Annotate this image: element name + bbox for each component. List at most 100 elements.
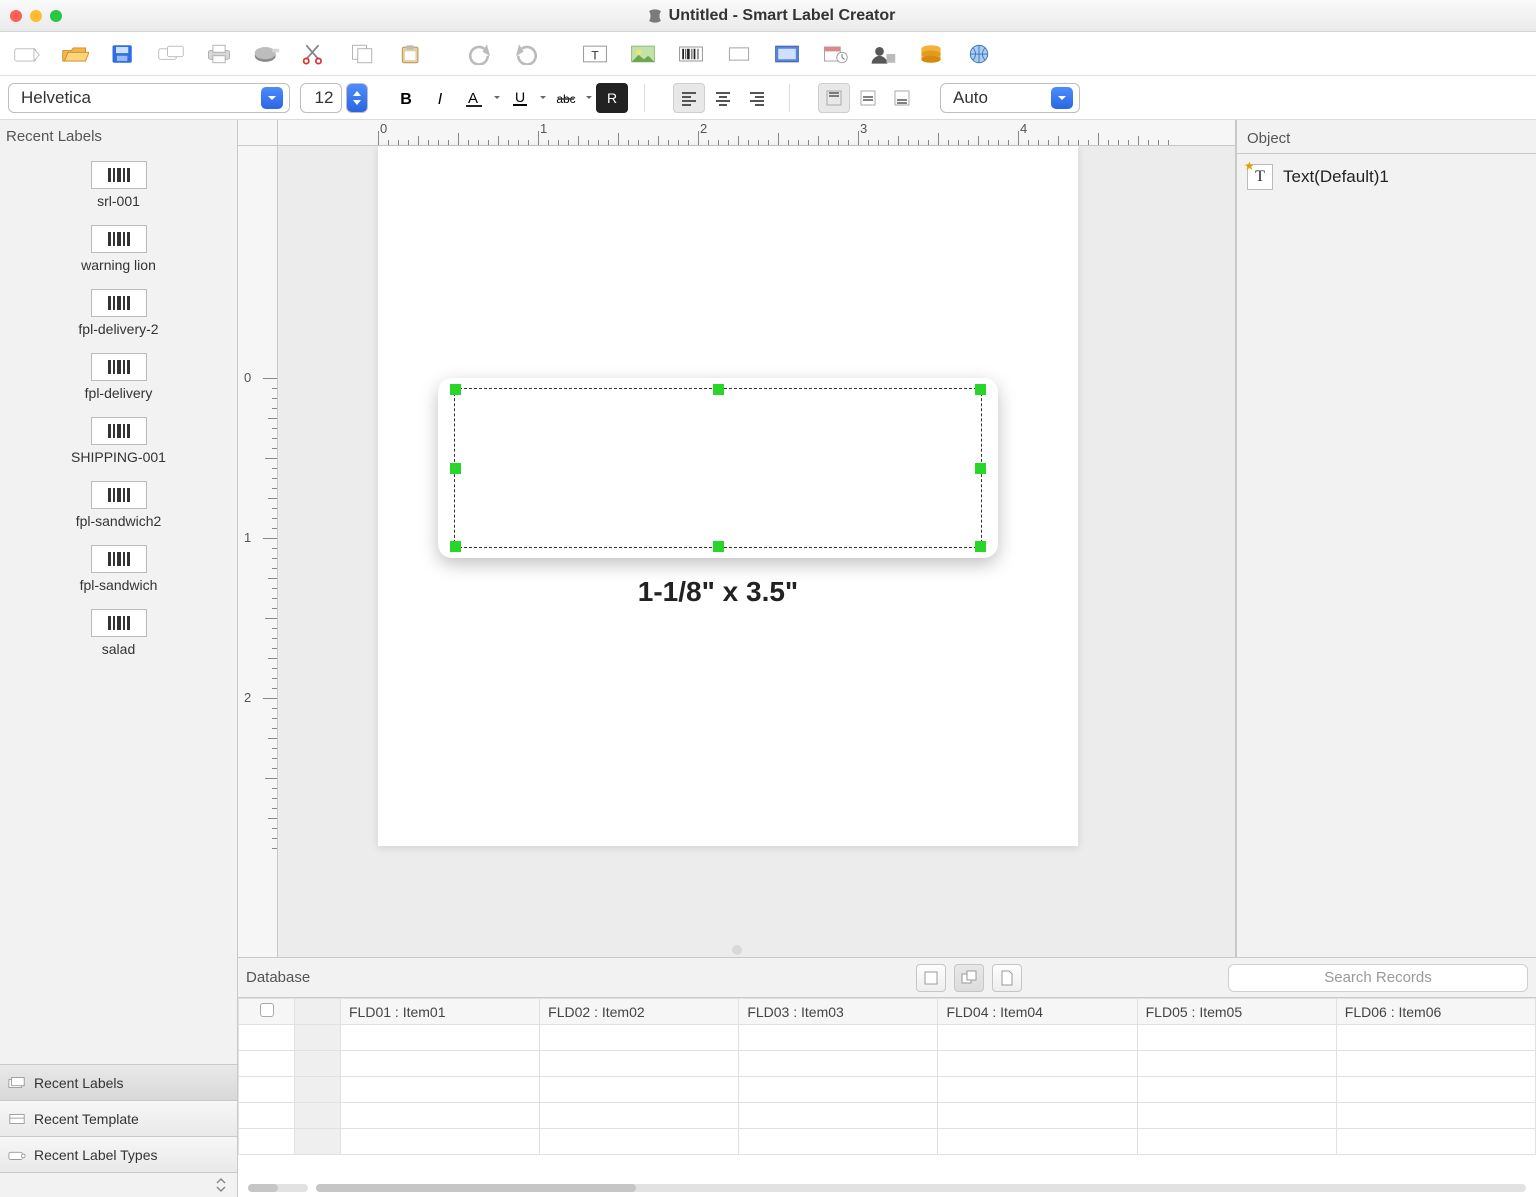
save-as-button[interactable] [152, 39, 190, 69]
redo-button[interactable] [508, 39, 546, 69]
db-cell[interactable] [540, 1025, 739, 1051]
db-cell[interactable] [938, 1025, 1137, 1051]
table-row[interactable] [239, 1051, 1536, 1077]
font-size-field[interactable]: 12 [300, 83, 342, 113]
valign-bottom-button[interactable] [886, 83, 918, 113]
db-search-field[interactable]: Search Records [1228, 964, 1528, 992]
db-cell[interactable] [739, 1051, 938, 1077]
cut-button[interactable] [296, 39, 334, 69]
zoom-window-button[interactable] [50, 10, 62, 22]
db-cell[interactable] [1137, 1051, 1336, 1077]
db-row-checkbox[interactable] [239, 1051, 295, 1077]
db-view-single-button[interactable] [916, 964, 946, 992]
valign-middle-button[interactable] [852, 83, 884, 113]
db-cell[interactable] [1137, 1025, 1336, 1051]
db-row-checkbox[interactable] [239, 1077, 295, 1103]
canvas-area[interactable]: 01234 012 1-1/8" x 3.5" [238, 120, 1236, 957]
resize-handle-s[interactable] [713, 541, 724, 552]
database-button[interactable] [912, 39, 950, 69]
resize-handle-nw[interactable] [450, 384, 461, 395]
autosize-combo[interactable]: Auto [940, 83, 1080, 113]
db-cell[interactable] [1336, 1025, 1535, 1051]
text-color-button[interactable]: A [458, 83, 490, 113]
db-cell[interactable] [739, 1103, 938, 1129]
database-grid[interactable]: FLD01 : Item01FLD02 : Item02FLD03 : Item… [238, 998, 1536, 1183]
sidebar-tab-recent-template[interactable]: Recent Template [0, 1101, 237, 1137]
recent-label-item[interactable]: fpl-sandwich [0, 537, 237, 601]
underline-button[interactable]: U [504, 83, 536, 113]
resize-handle-ne[interactable] [975, 384, 986, 395]
db-cell[interactable] [739, 1129, 938, 1155]
db-view-multi-button[interactable] [954, 964, 984, 992]
print-button[interactable] [200, 39, 238, 69]
bold-button[interactable]: B [390, 83, 422, 113]
resize-handle-n[interactable] [713, 384, 724, 395]
splitter-handle[interactable] [732, 945, 742, 955]
strike-menu[interactable] [584, 83, 594, 113]
resize-handle-se[interactable] [975, 541, 986, 552]
recent-label-item[interactable]: fpl-delivery-2 [0, 281, 237, 345]
paste-button[interactable] [392, 39, 430, 69]
db-cell[interactable] [1336, 1051, 1535, 1077]
printer-button[interactable] [248, 39, 286, 69]
db-cell[interactable] [1336, 1077, 1535, 1103]
db-row-checkbox[interactable] [239, 1103, 295, 1129]
db-cell[interactable] [341, 1129, 540, 1155]
db-cell[interactable] [739, 1077, 938, 1103]
align-left-button[interactable] [673, 83, 705, 113]
insert-shape-button[interactable] [720, 39, 758, 69]
db-cell[interactable] [1336, 1129, 1535, 1155]
db-row-checkbox[interactable] [239, 1129, 295, 1155]
object-item-text-default-1[interactable]: ★ T Text(Default)1 [1237, 154, 1536, 200]
db-cell[interactable] [540, 1129, 739, 1155]
db-cell[interactable] [341, 1025, 540, 1051]
insert-screen-button[interactable] [768, 39, 806, 69]
db-cell[interactable] [1137, 1077, 1336, 1103]
copy-button[interactable] [344, 39, 382, 69]
insert-datetime-button[interactable] [816, 39, 854, 69]
db-cell[interactable] [938, 1103, 1137, 1129]
db-cell[interactable] [341, 1051, 540, 1077]
sidebar-tab-recent-labels[interactable]: Recent Labels [0, 1065, 237, 1101]
db-scrollbars[interactable] [238, 1183, 1536, 1197]
db-cell[interactable] [341, 1077, 540, 1103]
recent-label-item[interactable]: fpl-delivery [0, 345, 237, 409]
db-cell[interactable] [938, 1077, 1137, 1103]
recent-label-item[interactable]: SHIPPING-001 [0, 409, 237, 473]
db-col-header[interactable]: FLD01 : Item01 [341, 999, 540, 1025]
canvas-viewport[interactable]: 1-1/8" x 3.5" [278, 146, 1235, 957]
db-cell[interactable] [540, 1103, 739, 1129]
new-label-button[interactable] [8, 39, 46, 69]
inverse-text-button[interactable]: R [596, 83, 628, 113]
db-cell[interactable] [1137, 1129, 1336, 1155]
table-row[interactable] [239, 1077, 1536, 1103]
db-cell[interactable] [540, 1051, 739, 1077]
db-cell[interactable] [739, 1025, 938, 1051]
close-window-button[interactable] [10, 10, 22, 22]
table-row[interactable] [239, 1025, 1536, 1051]
db-col-header[interactable]: FLD05 : Item05 [1137, 999, 1336, 1025]
recent-label-item[interactable]: warning lion [0, 217, 237, 281]
db-cell[interactable] [938, 1051, 1137, 1077]
insert-barcode-button[interactable] [672, 39, 710, 69]
web-button[interactable] [960, 39, 998, 69]
table-row[interactable] [239, 1129, 1536, 1155]
insert-image-button[interactable] [624, 39, 662, 69]
undo-button[interactable] [460, 39, 498, 69]
resize-handle-e[interactable] [975, 463, 986, 474]
open-button[interactable] [56, 39, 94, 69]
insert-text-button[interactable]: T [576, 39, 614, 69]
italic-button[interactable]: I [424, 83, 456, 113]
address-book-button[interactable] [864, 39, 902, 69]
db-col-header[interactable]: FLD03 : Item03 [739, 999, 938, 1025]
strikethrough-button[interactable]: abc [550, 83, 582, 113]
recent-label-item[interactable]: srl-001 [0, 153, 237, 217]
font-size-stepper[interactable] [346, 83, 368, 113]
sidebar-tab-recent-label-types[interactable]: Recent Label Types [0, 1137, 237, 1173]
resize-handle-sw[interactable] [450, 541, 461, 552]
db-cell[interactable] [1336, 1103, 1535, 1129]
text-color-menu[interactable] [492, 83, 502, 113]
selection-box[interactable] [454, 388, 982, 548]
db-select-all[interactable] [239, 999, 295, 1025]
sidebar-expander[interactable] [0, 1173, 237, 1197]
